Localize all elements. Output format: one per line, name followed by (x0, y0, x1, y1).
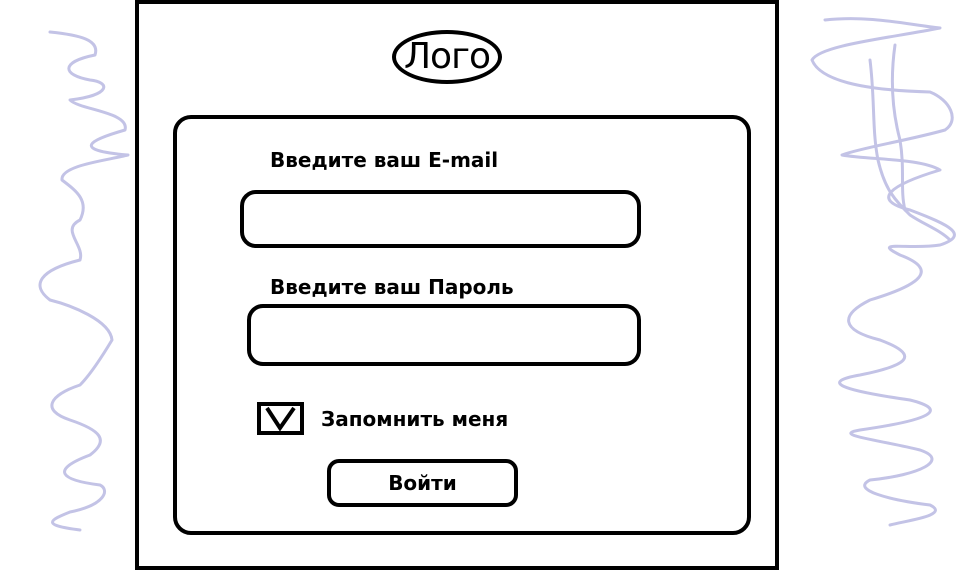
right-scribble-decoration (810, 17, 956, 527)
logo-text: Лого (403, 36, 491, 77)
password-label: Введите ваш Пароль (270, 275, 514, 299)
password-field[interactable] (247, 304, 641, 366)
email-field[interactable] (240, 190, 641, 248)
login-button[interactable]: Войти (327, 459, 518, 507)
login-button-label: Войти (388, 471, 457, 495)
remember-me-checkbox[interactable] (257, 402, 304, 435)
logo: Лого (392, 30, 502, 84)
checkmark-icon (265, 406, 296, 431)
email-label: Введите ваш E-mail (270, 148, 499, 172)
remember-me-label: Запомнить меня (321, 407, 509, 431)
left-scribble-decoration (38, 30, 130, 532)
